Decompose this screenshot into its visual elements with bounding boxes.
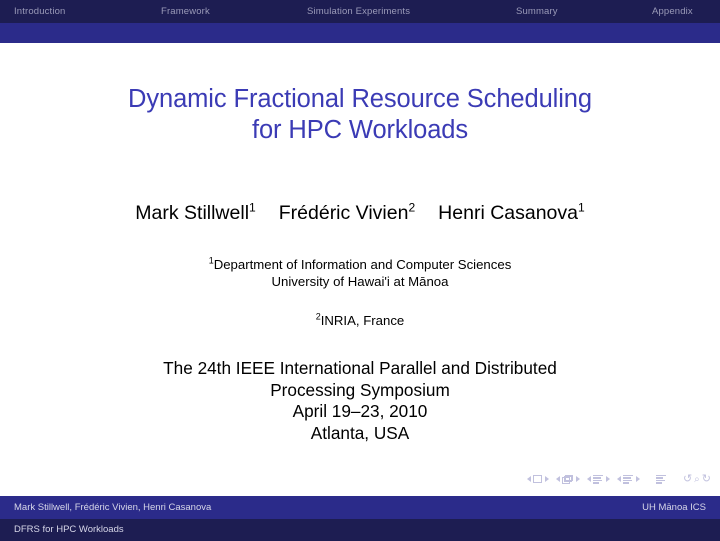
previous-subsection-icon[interactable]	[586, 476, 591, 482]
author-1-name: Mark Stillwell	[135, 202, 250, 224]
title-line-1: Dynamic Fractional Resource Scheduling	[128, 85, 592, 113]
slide-icon[interactable]	[533, 475, 543, 483]
next-section-icon[interactable]	[635, 476, 640, 482]
subsection-navigation-group[interactable]	[586, 474, 610, 484]
affiliation-2-line-1: 2INRIA, France	[0, 312, 720, 329]
author-3: Henri Casanova1	[438, 200, 585, 224]
footer-author-bar: Mark Stillwell, Frédéric Vivien, Henri C…	[0, 496, 720, 519]
author-2-affiliation-marker: 2	[408, 200, 416, 215]
conference-dates: April 19–23, 2010	[292, 401, 428, 421]
go-forward-icon[interactable]: ↻	[702, 473, 711, 485]
affiliation-2-organization: INRIA, France	[320, 313, 405, 328]
affiliation-1-department: Department of Information and Computer S…	[213, 257, 512, 272]
nav-item-simulation-experiments[interactable]: Simulation Experiments	[307, 0, 410, 23]
nav-item-summary[interactable]: Summary	[516, 0, 558, 23]
author-2-name: Frédéric Vivien	[278, 202, 409, 224]
document-icon[interactable]	[655, 474, 666, 484]
author-2: Frédéric Vivien2	[278, 200, 416, 224]
section-navigation: Introduction Framework Simulation Experi…	[0, 0, 720, 23]
footer-institution: UH Mānoa ICS	[642, 502, 706, 513]
navigation-subsection-bar	[0, 23, 720, 43]
previous-slide-icon[interactable]	[526, 476, 531, 482]
next-slide-icon[interactable]	[544, 476, 549, 482]
conference-line-2: Processing Symposium	[270, 379, 450, 400]
slide-navigation-group[interactable]	[526, 475, 549, 483]
title-line-2: for HPC Workloads	[251, 116, 469, 144]
nav-item-introduction[interactable]: Introduction	[14, 0, 65, 23]
conference-info: The 24th IEEE International Parallel and…	[0, 358, 720, 444]
nav-item-appendix[interactable]: Appendix	[652, 0, 693, 23]
nav-item-framework[interactable]: Framework	[161, 0, 210, 23]
section-icon[interactable]	[623, 474, 634, 484]
affiliation-1-line-1: 1Department of Information and Computer …	[0, 256, 720, 273]
frame-navigation-group[interactable]	[555, 474, 580, 484]
author-1-affiliation-marker: 1	[249, 200, 256, 215]
author-3-affiliation-marker: 1	[578, 200, 585, 215]
presentation-slide: Introduction Framework Simulation Experi…	[0, 0, 720, 541]
footer-title-bar: DFRS for HPC Workloads	[0, 519, 720, 541]
frame-stack-icon[interactable]	[562, 474, 574, 484]
affiliation-1: 1Department of Information and Computer …	[0, 256, 720, 290]
conference-location: Atlanta, USA	[310, 422, 410, 443]
page-title: Dynamic Fractional Resource Scheduling f…	[0, 84, 720, 146]
affiliation-2: 2INRIA, France	[0, 312, 720, 329]
footer-short-title: DFRS for HPC Workloads	[14, 524, 124, 535]
beamer-navigation-symbols[interactable]: ↺ ⌕ ↻	[526, 471, 712, 487]
previous-section-icon[interactable]	[616, 476, 621, 482]
author-3-name: Henri Casanova	[438, 202, 578, 224]
affiliation-1-line-2: University of Hawai'i at Mānoa	[271, 274, 449, 289]
next-subsection-icon[interactable]	[605, 476, 610, 482]
subsection-icon[interactable]	[593, 474, 604, 484]
history-navigation-group[interactable]: ↺ ⌕ ↻	[682, 473, 712, 485]
go-back-icon[interactable]: ↺	[683, 473, 692, 485]
previous-frame-icon[interactable]	[555, 476, 560, 482]
footer-authors: Mark Stillwell, Frédéric Vivien, Henri C…	[14, 502, 212, 513]
search-icon[interactable]: ⌕	[694, 474, 700, 485]
author-1: Mark Stillwell1	[135, 200, 256, 224]
author-list: Mark Stillwell1 Frédéric Vivien2 Henri Cas…	[0, 201, 720, 225]
document-navigation-group[interactable]	[655, 474, 666, 484]
next-frame-icon[interactable]	[575, 476, 580, 482]
section-navigation-group[interactable]	[616, 474, 640, 484]
conference-line-1: The 24th IEEE International Parallel and…	[163, 358, 557, 378]
